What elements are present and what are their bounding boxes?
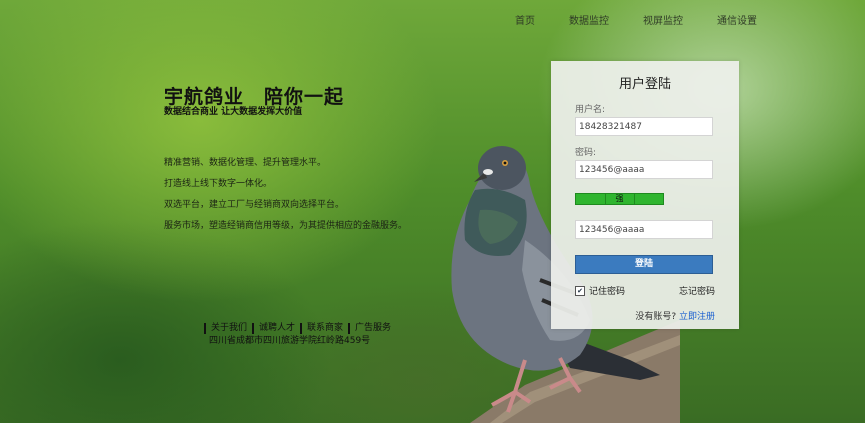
nav-home[interactable]: 首页 [515, 12, 535, 27]
remember-password[interactable]: ✔ 记住密码 [575, 284, 625, 297]
login-button[interactable]: 登陆 [575, 255, 713, 274]
feature-item: 精准营销、数据化管理、提升管理水平。 [164, 158, 327, 168]
register-link[interactable]: 立即注册 [679, 312, 715, 322]
password-input[interactable] [575, 160, 713, 179]
checkbox-icon[interactable]: ✔ [575, 285, 585, 296]
nav-comm-settings[interactable]: 通信设置 [717, 12, 757, 27]
forgot-password-link[interactable]: 忘记密码 [679, 284, 715, 297]
username-input[interactable] [575, 117, 713, 136]
feature-list: 精准营销、数据化管理、提升管理水平。 打造线上线下数字一体化。 双选平台，建立工… [164, 157, 407, 241]
footer-link-about[interactable]: 关于我们 [204, 323, 252, 334]
footer-links: 关于我们 诚聘人才 联系商家 广告服务 [204, 323, 396, 334]
login-card: 用户登陆 用户名: 密码: 强 登陆 ✔ 记住密码 忘记密码 没有账号? 立即注… [551, 61, 739, 329]
hero-subtitle: 数据结合商业 让大数据发挥大价值 [164, 107, 303, 117]
nav-video-monitor[interactable]: 视屏监控 [643, 12, 683, 27]
footer-link-careers[interactable]: 诚聘人才 [252, 323, 300, 334]
confirm-password-input[interactable] [575, 220, 713, 239]
footer-address: 四川省成都市四川旅游学院红岭路459号 [209, 336, 371, 346]
feature-item: 服务市场，塑造经销商信用等级，为其提供相应的金融服务。 [164, 221, 408, 231]
feature-item: 打造线上线下数字一体化。 [164, 179, 273, 189]
top-nav: 首页 数据监控 视屏监控 通信设置 [515, 12, 757, 27]
nav-data-monitor[interactable]: 数据监控 [569, 12, 609, 27]
password-strength-bar: 强 [575, 193, 664, 205]
login-title: 用户登陆 [618, 77, 671, 92]
feature-item: 双选平台，建立工厂与经销商双向选择平台。 [164, 200, 345, 210]
footer: 关于我们 诚聘人才 联系商家 广告服务 四川省成都市四川旅游学院红岭路459号 [204, 323, 396, 347]
password-label: 密码: [575, 148, 597, 158]
password-strength-label: 强 [615, 194, 624, 203]
register-row: 没有账号? 立即注册 [575, 309, 715, 322]
footer-link-contact[interactable]: 联系商家 [300, 323, 348, 334]
no-account-text: 没有账号? [635, 312, 677, 322]
login-options-row: ✔ 记住密码 忘记密码 [575, 284, 715, 297]
username-label: 用户名: [575, 105, 606, 115]
remember-password-label: 记住密码 [589, 287, 626, 297]
footer-link-ads[interactable]: 广告服务 [348, 323, 396, 334]
